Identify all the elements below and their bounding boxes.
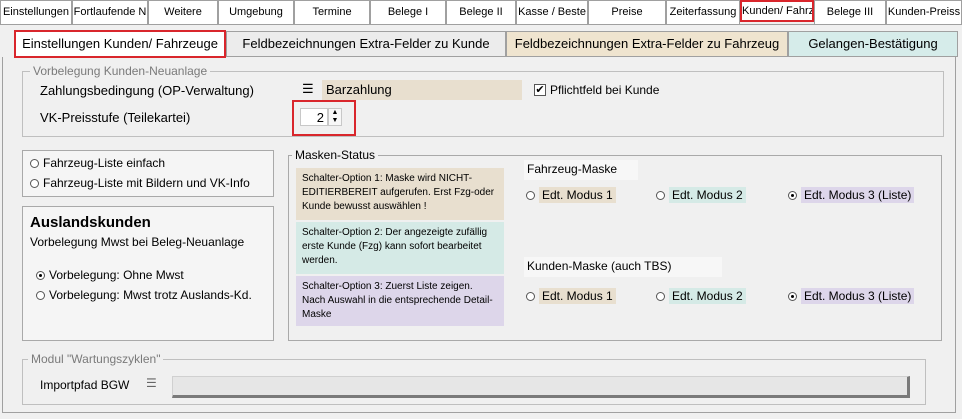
list-icon[interactable]: ☰ bbox=[146, 377, 157, 389]
tab-divider bbox=[0, 24, 962, 25]
tab-belege-1[interactable]: Belege I bbox=[370, 0, 446, 24]
zahlung-field[interactable]: Barzahlung bbox=[322, 80, 522, 100]
option-label: Vorbelegung: Mwst trotz Auslands-Kd. bbox=[49, 288, 252, 302]
vk-input[interactable]: 2 bbox=[300, 108, 328, 126]
subtab-extra-kunde[interactable]: Feldbezeichnungen Extra-Felder zu Kunde bbox=[226, 31, 506, 57]
list-icon[interactable]: ☰ bbox=[302, 82, 314, 95]
option-label: Vorbelegung: Ohne Mwst bbox=[49, 268, 184, 282]
tab-zeiterfassung[interactable]: Zeiterfassung bbox=[666, 0, 740, 24]
vk-spinner[interactable]: ▲ ▼ bbox=[328, 108, 342, 126]
subtab-einstellungen-kunden[interactable]: Einstellungen Kunden/ Fahrzeuge bbox=[14, 30, 226, 58]
kunden-maske-title: Kunden-Maske (auch TBS) bbox=[524, 257, 722, 277]
tab-belege-2[interactable]: Belege II bbox=[446, 0, 516, 24]
tab-fortlaufende[interactable]: Fortlaufende N bbox=[72, 0, 148, 24]
kunden-mode-3[interactable]: Edt. Modus 3 (Liste) bbox=[784, 288, 918, 304]
masken-title: Masken-Status bbox=[292, 148, 379, 162]
fahrzeug-maske-title: Fahrzeug-Maske bbox=[524, 160, 638, 180]
note-option-1: Schalter-Option 1: Maske wird NICHT-EDIT… bbox=[296, 168, 504, 220]
mode-label: Edt. Modus 2 bbox=[669, 187, 746, 203]
tab-belege-3[interactable]: Belege III bbox=[814, 0, 886, 24]
radio-icon[interactable] bbox=[30, 179, 39, 189]
radio-icon[interactable] bbox=[656, 292, 665, 302]
zahlung-label: Zahlungsbedingung (OP-Verwaltung) bbox=[40, 83, 254, 98]
pflichtfeld-checkbox[interactable]: ✔ bbox=[534, 84, 546, 96]
fahrzeug-liste-option-1[interactable]: Fahrzeug-Liste einfach bbox=[30, 156, 165, 170]
tab-weitere[interactable]: Weitere bbox=[148, 0, 218, 24]
tab-kunden-preis[interactable]: Kunden-Preiss bbox=[886, 0, 962, 24]
kunden-mode-1[interactable]: Edt. Modus 1 bbox=[522, 288, 620, 304]
radio-icon[interactable] bbox=[36, 271, 45, 281]
fahrzeug-mode-1[interactable]: Edt. Modus 1 bbox=[522, 187, 620, 203]
fahrzeug-mode-3[interactable]: Edt. Modus 3 (Liste) bbox=[784, 187, 918, 203]
fahrzeug-liste-option-2[interactable]: Fahrzeug-Liste mit Bildern und VK-Info bbox=[30, 176, 250, 190]
subtab-extra-fahrzeug[interactable]: Feldbezeichnungen Extra-Felder zu Fahrze… bbox=[506, 31, 788, 57]
radio-icon[interactable] bbox=[36, 291, 45, 301]
import-label: Importpfad BGW bbox=[40, 378, 130, 392]
note-option-2: Schalter-Option 2: Der angezeigte zufäll… bbox=[296, 222, 504, 274]
fahrzeug-mode-2[interactable]: Edt. Modus 2 bbox=[652, 187, 750, 203]
mode-label: Edt. Modus 1 bbox=[539, 288, 616, 304]
vk-label: VK-Preisstufe (Teilekartei) bbox=[40, 110, 191, 125]
radio-icon[interactable] bbox=[788, 191, 797, 201]
tab-einstellungen[interactable]: Einstellungen bbox=[0, 0, 72, 24]
vorbelegung-title: Vorbelegung Kunden-Neuanlage bbox=[30, 64, 211, 78]
radio-icon[interactable] bbox=[526, 191, 535, 201]
note-option-3: Schalter-Option 3: Zuerst Liste zeigen. … bbox=[296, 276, 504, 326]
mode-label: Edt. Modus 3 (Liste) bbox=[801, 187, 915, 203]
kunden-mode-2[interactable]: Edt. Modus 2 bbox=[652, 288, 750, 304]
tab-kunden-fahrzeuge[interactable]: Kunden/ Fahrz bbox=[740, 0, 814, 22]
option-label: Fahrzeug-Liste einfach bbox=[43, 156, 166, 170]
mode-label: Edt. Modus 1 bbox=[539, 187, 616, 203]
subtab-gelangen[interactable]: Gelangen-Bestätigung bbox=[788, 31, 958, 57]
import-path-field[interactable] bbox=[172, 376, 910, 398]
radio-icon[interactable] bbox=[656, 191, 665, 201]
option-label: Fahrzeug-Liste mit Bildern und VK-Info bbox=[43, 176, 250, 190]
ausland-title: Auslandskunden bbox=[30, 214, 151, 231]
mode-label: Edt. Modus 2 bbox=[669, 288, 746, 304]
ausland-option-2[interactable]: Vorbelegung: Mwst trotz Auslands-Kd. bbox=[36, 288, 252, 302]
tab-umgebung[interactable]: Umgebung bbox=[218, 0, 294, 24]
tab-kasse[interactable]: Kasse / Beste bbox=[516, 0, 588, 24]
mode-label: Edt. Modus 3 (Liste) bbox=[801, 288, 915, 304]
tab-termine[interactable]: Termine bbox=[294, 0, 370, 24]
ausland-option-1[interactable]: Vorbelegung: Ohne Mwst bbox=[36, 268, 184, 282]
pflichtfeld-label: Pflichtfeld bei Kunde bbox=[550, 83, 660, 97]
radio-icon[interactable] bbox=[788, 292, 797, 302]
tab-preise[interactable]: Preise bbox=[588, 0, 666, 24]
radio-icon[interactable] bbox=[30, 159, 39, 169]
wartung-title: Modul "Wartungszyklen" bbox=[28, 352, 164, 366]
ausland-subtitle: Vorbelegung Mwst bei Beleg-Neuanlage bbox=[30, 235, 245, 249]
radio-icon[interactable] bbox=[526, 292, 535, 302]
